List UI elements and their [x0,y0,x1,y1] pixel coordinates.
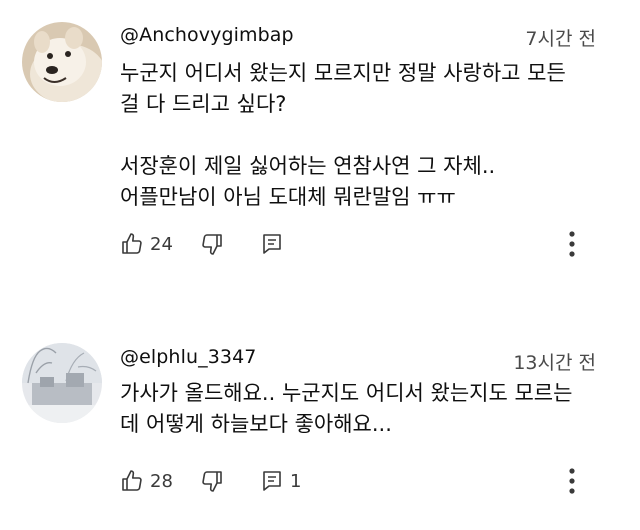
like-button[interactable]: 28 [120,469,200,493]
more-vert-icon [569,468,575,494]
avatar[interactable] [22,22,102,102]
reply-button[interactable]: 1 [260,469,340,493]
dislike-button[interactable] [200,469,260,493]
comment-body: 가사가 올드해요.. 누군지도 어디서 왔는지도 모르는 데 어떻게 하늘보다 … [120,378,610,440]
comment-line: 걸 다 드리고 싶다? [120,92,287,116]
comment-line-blank [120,120,610,151]
comment-line: 어플만남이 아님 도대체 뭐란말임 ㅠㅠ [120,185,456,209]
comment-actions: 24 [120,228,340,260]
like-button[interactable]: 24 [120,232,200,256]
more-actions-button[interactable] [560,226,584,262]
white-dog-avatar-icon [22,22,102,102]
comment-timestamp[interactable]: 7시간 전 [525,24,596,51]
comment-line: 서장훈이 제일 싫어하는 연참사연 그 자체.. [120,154,496,178]
like-count: 28 [150,470,173,492]
reply-icon [263,234,281,254]
comment-line: 데 어떻게 하늘보다 좋아해요... [120,412,392,436]
thumb-up-icon [122,233,142,254]
thumb-up-icon [122,470,142,491]
comment-thread-1: @Anchovygimbap 7시간 전 누군지 어디서 왔는지 모르지만 정말… [0,0,640,290]
thumb-down-icon [202,471,222,492]
thumb-down-icon [202,234,222,255]
reply-count: 1 [290,470,302,492]
avatar[interactable] [22,343,102,423]
comment-author[interactable]: @Anchovygimbap [120,24,294,46]
comment-author[interactable]: @elphlu_3347 [120,346,256,368]
dislike-button[interactable] [200,232,260,256]
comment-body: 누군지 어디서 왔는지 모르지만 정말 사랑하고 모든 걸 다 드리고 싶다? … [120,58,610,213]
reply-icon [263,471,281,491]
comment-line: 가사가 올드해요.. 누군지도 어디서 왔는지도 모르는 [120,381,573,405]
comment-actions: 28 1 [120,465,340,497]
more-vert-icon [569,231,575,257]
reply-button[interactable] [260,232,340,256]
snowy-landscape-avatar-icon [22,343,102,423]
more-actions-button[interactable] [560,463,584,499]
comment-line: 누군지 어디서 왔는지 모르지만 정말 사랑하고 모든 [120,61,566,85]
comment-thread-2: @elphlu_3347 13시간 전 가사가 올드해요.. 누군지도 어디서 … [0,336,640,530]
like-count: 24 [150,233,173,255]
comment-timestamp[interactable]: 13시간 전 [513,348,596,375]
